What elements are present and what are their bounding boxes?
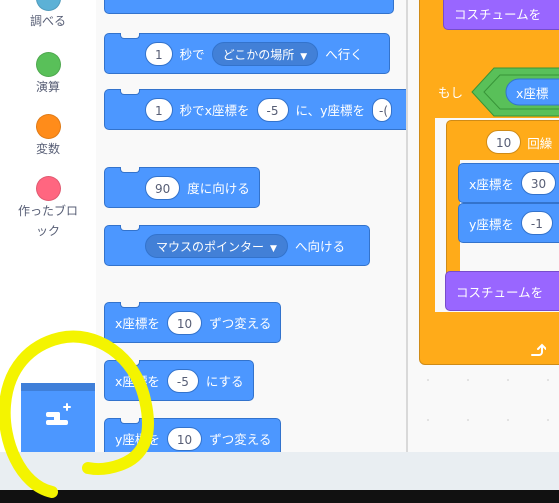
block-text: 秒でx座標を [179,103,250,118]
set-x-value-input[interactable]: 30 [520,171,557,195]
block-text: 回繰 [527,135,553,151]
block-text: もし [438,84,464,100]
set-y-block[interactable]: y座標を -1 [458,203,559,243]
category-variables-label: 変数 [35,142,60,156]
taskbar-edge [0,490,559,503]
block-text: 秒で [179,47,205,62]
category-variables[interactable]: 変数 [0,114,96,159]
add-extension-icon [46,403,71,425]
block-text: x座標を [115,374,160,389]
set-y-value-input[interactable]: -1 [520,211,553,235]
block-text: コスチュームを [454,6,542,22]
change-y-input[interactable]: 10 [166,426,203,451]
chevron-down-icon: ▼ [300,51,308,62]
block-text: y座標を [115,432,160,447]
script-area[interactable]: コスチュームを もし x座標 10 回繰 x座標を 30 y座標を -1 コスチ… [408,0,559,452]
category-sensing[interactable]: 調べる [0,0,96,31]
block-notch [120,225,140,231]
block-change-x[interactable]: x座標を 10 ずつ変える [104,302,281,343]
block-text: y座標を [469,216,514,232]
block-text: へ行く [325,47,363,62]
category-my-blocks-label-2: ック [35,224,60,238]
block-text: ずつ変える [209,432,272,447]
block-notch [120,167,140,173]
glide-y-input[interactable]: -( [372,97,393,122]
set-x-block[interactable]: x座標を 30 [458,163,559,203]
point-towards-dropdown[interactable]: マウスのポインター ▼ [145,233,288,258]
operators-dot-icon [35,52,61,77]
block-set-x[interactable]: x座標を -5 にする [104,360,254,401]
glide-seconds-input[interactable]: 1 [145,41,173,66]
category-my-blocks[interactable]: 作ったブロ ック [0,176,96,241]
category-sensing-label: 調べる [29,14,66,28]
block-change-y[interactable]: y座標を 10 ずつ変える [104,418,281,452]
block-text: x座標を [469,176,514,192]
looks-costume-block-top[interactable]: コスチュームを [443,0,559,30]
glide-xy-seconds-input[interactable]: 1 [145,97,173,122]
block-notch [120,360,140,366]
block-point-in-direction[interactable]: 90 度に向ける [104,167,260,208]
set-x-input[interactable]: -5 [166,368,199,393]
category-menu: 調べる 演算 変数 作ったブロ ック [0,0,97,452]
category-operators-label: 演算 [35,80,60,94]
block-palette: 1 秒で どこかの場所 ▼ へ行く 1 秒でx座標を -5 に、y座標を -( 9… [96,0,408,452]
block-text: ずつ変える [209,316,272,331]
category-operators[interactable]: 演算 [0,52,96,97]
block-text: 度に向ける [187,181,250,196]
sensing-dot-icon [35,0,61,11]
repeat-header: 10 回繰 [486,128,554,156]
change-x-input[interactable]: 10 [166,310,203,335]
block-text: に、y座標を [295,103,366,118]
block-text: コスチュームを [456,284,544,300]
if-label: もし [428,76,468,106]
glide-x-input[interactable]: -5 [256,97,289,122]
x-position-reporter[interactable]: x座標 [516,82,548,102]
block-text: x座標を [115,316,160,331]
bottom-bar [0,452,559,490]
block-notch [120,302,140,308]
block-text: へ向ける [294,239,345,254]
block-notch [120,89,140,95]
block-glide-to-random[interactable]: 1 秒で どこかの場所 ▼ へ行く [104,33,390,74]
looks-costume-block-bottom[interactable]: コスチュームを [445,271,559,311]
reporter-label: x座標 [516,85,549,101]
category-my-blocks-label: 作ったブロ [17,204,78,218]
block-partial-top[interactable] [104,0,394,14]
glide-target-dropdown[interactable]: どこかの場所 ▼ [211,41,319,66]
dropdown-label: マウスのポインター [156,239,265,254]
block-notch [120,33,140,39]
variables-dot-icon [35,114,61,139]
block-text: にする [205,374,244,389]
add-extension-button[interactable] [21,383,95,452]
block-point-towards[interactable]: マウスのポインター ▼ へ向ける [104,225,370,266]
dropdown-label: どこかの場所 [222,47,295,62]
chevron-down-icon: ▼ [270,243,277,254]
my-blocks-dot-icon [35,176,61,201]
block-glide-to-xy[interactable]: 1 秒でx座標を -5 に、y座標を -( [104,89,408,130]
block-notch [120,418,140,424]
repeat-count-input[interactable]: 10 [486,130,522,154]
direction-input[interactable]: 90 [145,175,181,200]
repeat-arrow-icon [531,343,546,356]
